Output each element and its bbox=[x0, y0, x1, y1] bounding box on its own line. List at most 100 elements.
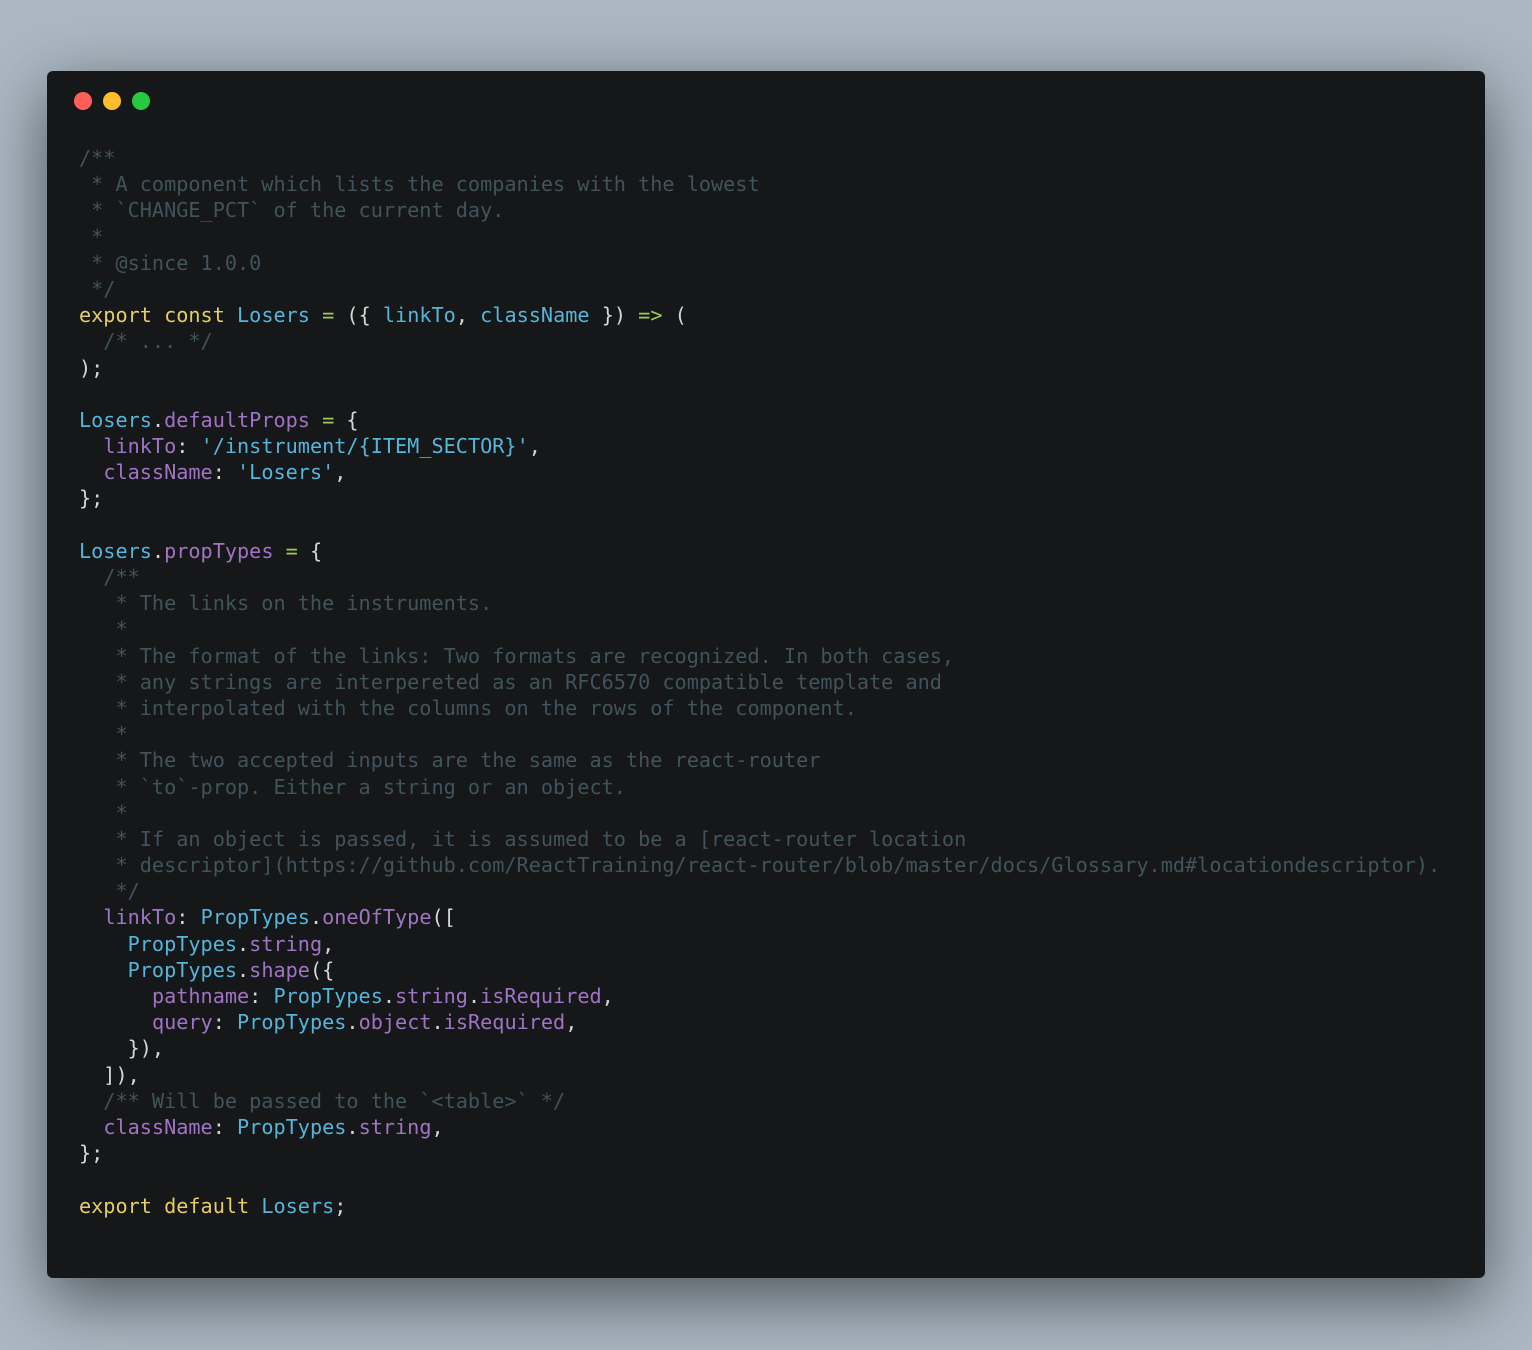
code-token-comment: * @since 1.0.0 bbox=[79, 250, 262, 275]
code-token-punctuation: : bbox=[212, 1010, 238, 1035]
code-token-string: '/instrument/{ITEM_SECTOR}' bbox=[200, 434, 529, 459]
code-token-punctuation: , bbox=[334, 460, 347, 485]
code-token-comment: * The format of the links: Two formats a… bbox=[79, 643, 955, 668]
code-token-punctuation: ([ bbox=[431, 905, 456, 930]
code-token-operator: => bbox=[638, 303, 663, 328]
code-line: className: PropTypes.string, bbox=[79, 1114, 1440, 1140]
code-token-punctuation bbox=[79, 984, 152, 1008]
code-token-punctuation: , bbox=[455, 303, 481, 328]
code-token-comment: /** Will be passed to the `<table>` */ bbox=[79, 1088, 566, 1113]
code-token-punctuation: }), bbox=[79, 1036, 165, 1061]
code-token-comment: * descriptor](https://github.com/ReactTr… bbox=[79, 853, 1441, 878]
code-token-punctuation bbox=[225, 303, 237, 327]
code-token-comment: /** bbox=[79, 146, 116, 170]
code-line: ]), bbox=[79, 1062, 1440, 1088]
code-token-identifier: PropTypes bbox=[237, 1114, 347, 1139]
code-token-comment: * `to`-prop. Either a string or an objec… bbox=[79, 774, 626, 799]
code-token-punctuation: { bbox=[334, 407, 359, 432]
code-token-comment: */ bbox=[79, 879, 140, 904]
code-token-punctuation: . bbox=[431, 1010, 444, 1035]
code-token-property: linkTo bbox=[103, 434, 177, 459]
code-line: query: PropTypes.object.isRequired, bbox=[79, 1009, 1440, 1035]
code-token-keyword: const bbox=[164, 303, 225, 328]
code-token-punctuation bbox=[79, 958, 128, 982]
code-line: ); bbox=[79, 355, 1440, 381]
code-line: PropTypes.string, bbox=[79, 931, 1440, 957]
code-token-punctuation: . bbox=[237, 931, 250, 956]
code-token-punctuation: , bbox=[431, 1114, 444, 1139]
code-token-punctuation: ({ bbox=[309, 957, 335, 982]
code-token-punctuation: { bbox=[297, 538, 323, 563]
code-token-comment: /* ... */ bbox=[79, 329, 213, 354]
code-line: export default Losers; bbox=[79, 1193, 1440, 1219]
code-line: */ bbox=[79, 878, 1440, 904]
code-token-comment: */ bbox=[79, 276, 116, 301]
window-controls bbox=[74, 92, 150, 110]
code-token-comment: * bbox=[79, 800, 128, 825]
code-line: linkTo: PropTypes.oneOfType([ bbox=[79, 904, 1440, 930]
code-line: /** bbox=[79, 564, 1440, 590]
code-token-comment: * A component which lists the companies … bbox=[79, 172, 760, 197]
code-line: pathname: PropTypes.string.isRequired, bbox=[79, 983, 1440, 1009]
code-token-punctuation: }) bbox=[589, 303, 639, 328]
code-token-punctuation: ); bbox=[79, 355, 104, 380]
code-token-punctuation: , bbox=[528, 434, 541, 459]
code-token-punctuation: }; bbox=[79, 486, 104, 511]
code-token-property: propTypes bbox=[164, 538, 274, 563]
code-line: * The links on the instruments. bbox=[79, 590, 1440, 616]
code-token-operator: = bbox=[322, 407, 335, 432]
code-token-punctuation bbox=[79, 932, 128, 956]
code-token-comment: * bbox=[79, 617, 128, 642]
code-token-identifier: PropTypes bbox=[127, 957, 238, 982]
code-token-punctuation bbox=[310, 303, 322, 327]
code-token-punctuation bbox=[152, 303, 164, 327]
close-button[interactable] bbox=[74, 92, 92, 110]
code-token-identifier: className bbox=[480, 303, 590, 328]
code-token-identifier: Losers bbox=[237, 303, 310, 328]
code-token-punctuation bbox=[310, 408, 322, 432]
code-line: Losers.propTypes = { bbox=[79, 538, 1440, 564]
code-line: * bbox=[79, 800, 1440, 826]
code-token-punctuation: : bbox=[249, 984, 274, 1008]
code-token-punctuation bbox=[79, 1115, 103, 1139]
code-line: * `to`-prop. Either a string or an objec… bbox=[79, 774, 1440, 800]
code-token-operator: = bbox=[322, 303, 335, 328]
code-token-property: shape bbox=[249, 957, 310, 982]
code-token-comment: * interpolated with the columns on the r… bbox=[79, 695, 857, 720]
code-token-property: pathname bbox=[151, 984, 250, 1008]
code-token-punctuation bbox=[152, 1194, 164, 1218]
minimize-button[interactable] bbox=[103, 92, 121, 110]
code-token-punctuation: . bbox=[237, 957, 250, 982]
code-line: * If an object is passed, it is assumed … bbox=[79, 826, 1440, 852]
code-token-punctuation: ]), bbox=[79, 1062, 140, 1087]
code-line: * bbox=[79, 224, 1440, 250]
code-token-punctuation: : bbox=[176, 434, 201, 459]
code-token-comment: * bbox=[79, 722, 128, 747]
code-token-identifier: linkTo bbox=[382, 303, 456, 328]
code-line: * The format of the links: Two formats a… bbox=[79, 643, 1440, 669]
code-token-property: isRequired bbox=[480, 984, 602, 1008]
code-line: * @since 1.0.0 bbox=[79, 250, 1440, 276]
code-token-comment: * The links on the instruments. bbox=[79, 591, 493, 616]
code-token-identifier: PropTypes bbox=[237, 1010, 347, 1035]
code-line: * A component which lists the companies … bbox=[79, 171, 1440, 197]
code-token-punctuation: : bbox=[212, 1114, 238, 1139]
code-token-comment: * bbox=[79, 224, 104, 249]
code-block: /** * A component which lists the compan… bbox=[79, 145, 1440, 1219]
code-token-punctuation bbox=[273, 539, 285, 563]
code-token-property: object bbox=[358, 1010, 432, 1035]
code-token-punctuation bbox=[79, 1010, 152, 1034]
code-token-identifier: Losers bbox=[79, 407, 152, 432]
code-line: }), bbox=[79, 1035, 1440, 1061]
code-token-punctuation: ({ bbox=[334, 303, 383, 328]
code-token-punctuation: }; bbox=[79, 1141, 104, 1166]
code-line: * any strings are interpereted as an RFC… bbox=[79, 669, 1440, 695]
code-line: * The two accepted inputs are the same a… bbox=[79, 747, 1440, 773]
maximize-button[interactable] bbox=[132, 92, 150, 110]
code-token-punctuation: ; bbox=[334, 1193, 347, 1218]
code-token-property: linkTo bbox=[103, 905, 177, 930]
code-line: */ bbox=[79, 276, 1440, 302]
code-line: * descriptor](https://github.com/ReactTr… bbox=[79, 852, 1440, 878]
code-token-punctuation: , bbox=[565, 1010, 578, 1035]
